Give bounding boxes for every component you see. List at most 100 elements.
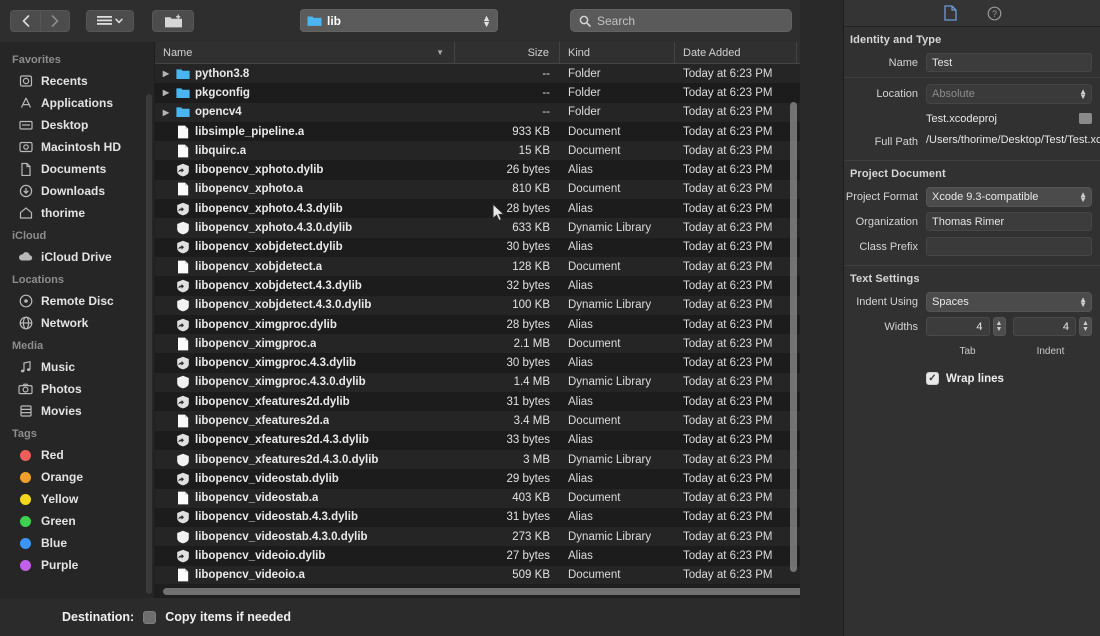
disclosure-triangle-icon[interactable]: ▶ xyxy=(161,108,171,117)
location-select[interactable]: Absolute ▲ ▼ xyxy=(926,83,1092,104)
forward-button[interactable] xyxy=(40,10,70,32)
sidebar-item-movies[interactable]: Movies xyxy=(0,400,154,422)
table-row[interactable]: ▶libopencv_xfeatures2d.4.3.0.dylib 3 MB Dy… xyxy=(155,449,800,470)
sidebar-item-icloud-drive[interactable]: iCloud Drive xyxy=(0,246,154,268)
class-prefix-field[interactable] xyxy=(926,237,1092,256)
file-name-label: libopencv_xphoto.4.3.dylib xyxy=(195,202,343,215)
sidebar-item-network[interactable]: Network xyxy=(0,312,154,334)
chevron-down-icon: ▼ xyxy=(436,48,444,57)
name-field[interactable]: Test xyxy=(926,53,1092,72)
table-row[interactable]: ▶ opencv4 -- Folder Today at 6:23 PM xyxy=(155,102,800,122)
table-row[interactable]: ▶libopencv_xobjdetect.4.3.dylib 32 bytes A… xyxy=(155,276,800,296)
table-row[interactable]: ▶libopencv_xobjdetect.a 128 KB Document Tod… xyxy=(155,256,800,277)
file-size-cell: 3.4 MB xyxy=(513,414,550,427)
file-date-cell: Today at 6:23 PM xyxy=(683,125,773,138)
choose-folder-icon[interactable] xyxy=(1079,113,1092,124)
indent-using-select[interactable]: Spaces ▲ ▼ xyxy=(926,291,1092,312)
file-size-cell: 15 KB xyxy=(518,144,550,157)
sidebar-item-documents[interactable]: Documents xyxy=(0,158,154,180)
search-field[interactable]: Search xyxy=(570,9,792,32)
file-size-cell: 633 KB xyxy=(512,222,550,235)
table-row[interactable]: ▶ python3.8 -- Folder Today at 6:23 PM xyxy=(155,64,800,84)
table-row[interactable]: ▶libopencv_xphoto.4.3.dylib 28 bytes Alias… xyxy=(155,199,800,219)
table-row[interactable]: ▶libopencv_xfeatures2d.a 3.4 MB Document To… xyxy=(155,411,800,431)
column-header-kind[interactable]: Kind xyxy=(560,42,675,63)
project-format-select[interactable]: Xcode 9.3-compatible ▲ ▼ xyxy=(926,186,1092,207)
quick-help-icon[interactable]: ? xyxy=(984,4,1004,22)
file-kind-cell: Alias xyxy=(568,318,593,331)
copy-items-checkbox[interactable] xyxy=(143,610,157,624)
file-list-vertical-scrollbar[interactable] xyxy=(790,102,797,572)
file-size-cell: 31 bytes xyxy=(506,511,550,524)
full-path-value: /Users/thorime/Desktop/Test/Test.xcodepr… xyxy=(926,134,1100,146)
view-options-button[interactable] xyxy=(86,10,134,32)
tab-width-field[interactable]: 4 xyxy=(926,317,990,336)
file-name-cell: ▶libopencv_xfeatures2d.a xyxy=(155,414,455,428)
table-row[interactable]: ▶libsimple_pipeline.a 933 KB Document Today… xyxy=(155,121,800,142)
file-name-label: libopencv_xphoto.a xyxy=(195,183,303,196)
table-row[interactable]: ▶libopencv_xphoto.dylib 26 bytes Alias Toda… xyxy=(155,160,800,180)
sidebar-item-red[interactable]: Red xyxy=(0,444,154,466)
back-button[interactable] xyxy=(10,10,40,32)
table-row[interactable]: ▶libopencv_xphoto.4.3.0.dylib 633 KB Dynam… xyxy=(155,218,800,238)
sidebar-item-photos[interactable]: Photos xyxy=(0,378,154,400)
file-list-horizontal-scrollbar[interactable] xyxy=(163,588,800,595)
sidebar-item-blue[interactable]: Blue xyxy=(0,532,154,554)
new-folder-button[interactable] xyxy=(152,10,194,32)
sidebar-item-green[interactable]: Green xyxy=(0,510,154,532)
wrap-lines-checkbox[interactable]: ✓ xyxy=(926,372,939,385)
tab-width-stepper[interactable]: ▲ ▼ xyxy=(992,317,1006,336)
sidebar-item-macintosh-hd[interactable]: Macintosh HD xyxy=(0,136,154,158)
document-icon xyxy=(176,260,190,274)
table-row[interactable]: ▶ pkgconfig -- Folder Today at 6:23 PM xyxy=(155,83,800,103)
sidebar-item-remote-disc[interactable]: Remote Disc xyxy=(0,290,154,312)
finder-open-panel: lib ▲ ▼ Search Favorites Recents Applicatio… xyxy=(0,0,800,636)
file-date-cell: Today at 6:23 PM xyxy=(683,530,773,543)
table-row[interactable]: ▶libopencv_videostab.a 403 KB Document Toda… xyxy=(155,488,800,508)
sidebar-item-orange[interactable]: Orange xyxy=(0,466,154,488)
disclosure-triangle-icon[interactable]: ▶ xyxy=(161,88,171,97)
organization-field[interactable]: Thomas Rimer xyxy=(926,212,1092,231)
indent-width-stepper[interactable]: ▲ ▼ xyxy=(1079,317,1092,336)
table-row[interactable]: ▶libopencv_xobjdetect.4.3.0.dylib 100 KB D… xyxy=(155,295,800,315)
table-row[interactable]: ▶libopencv_ximgproc.4.3.0.dylib 1.4 MB Dyn… xyxy=(155,372,800,393)
sidebar-item-thorime[interactable]: thorime xyxy=(0,202,154,224)
sidebar-item-applications[interactable]: Applications xyxy=(0,92,154,114)
path-popup-button[interactable]: lib ▲ ▼ xyxy=(300,9,498,32)
dylib-icon xyxy=(176,375,190,389)
file-name-cell: ▶libopencv_ximgproc.4.3.0.dylib xyxy=(155,375,455,389)
file-name-label: libopencv_ximgproc.4.3.0.dylib xyxy=(195,376,366,389)
table-row[interactable]: ▶libopencv_ximgproc.4.3.dylib 30 bytes Ali… xyxy=(155,353,800,373)
column-header-size[interactable]: Size xyxy=(455,42,560,63)
alias-icon xyxy=(176,279,190,293)
documents-icon xyxy=(18,162,33,177)
column-header-name[interactable]: Name ▼ xyxy=(155,42,455,63)
sidebar-item-downloads[interactable]: Downloads xyxy=(0,180,154,202)
table-row[interactable]: ▶libopencv_xfeatures2d.dylib 31 bytes Alia… xyxy=(155,392,800,412)
table-row[interactable]: ▶libopencv_videoio.dylib 27 bytes Alias Tod… xyxy=(155,546,800,566)
wrap-lines-row[interactable]: ✓ Wrap lines xyxy=(844,368,1100,389)
table-row[interactable]: ▶libopencv_xobjdetect.dylib 30 bytes Alias… xyxy=(155,237,800,257)
table-row[interactable]: ▶libopencv_videostab.4.3.dylib 31 bytes Al… xyxy=(155,507,800,528)
file-size-cell: 2.1 MB xyxy=(513,337,550,350)
table-row[interactable]: ▶libopencv_videostab.4.3.0.dylib 273 KB Dy… xyxy=(155,527,800,547)
column-header-date-added[interactable]: Date Added xyxy=(675,42,797,63)
disclosure-triangle-icon[interactable]: ▶ xyxy=(161,69,171,78)
table-row[interactable]: ▶libopencv_videoio.a 509 KB Document Today … xyxy=(155,565,800,586)
sidebar-item-music[interactable]: Music xyxy=(0,356,154,378)
table-row[interactable]: ▶libopencv_xphoto.a 810 KB Document Today a… xyxy=(155,179,800,200)
sidebar-scrollbar[interactable] xyxy=(146,94,152,594)
sidebar-item-recents[interactable]: Recents xyxy=(0,70,154,92)
file-kind-cell: Alias xyxy=(568,241,593,254)
table-row[interactable]: ▶libopencv_xfeatures2d.4.3.dylib 33 bytes… xyxy=(155,430,800,450)
file-inspector-icon[interactable] xyxy=(940,4,960,22)
table-row[interactable]: ▶libopencv_videostab.dylib 29 bytes Alias T… xyxy=(155,469,800,489)
sidebar-item-yellow[interactable]: Yellow xyxy=(0,488,154,510)
table-row[interactable]: ▶libopencv_ximgproc.a 2.1 MB Document Today… xyxy=(155,334,800,354)
table-row[interactable]: ▶libquirc.a 15 KB Document Today at 6:23 PM xyxy=(155,141,800,161)
sidebar-item-purple[interactable]: Purple xyxy=(0,554,154,576)
file-name-cell: ▶ opencv4 xyxy=(155,105,455,119)
table-row[interactable]: ▶libopencv_ximgproc.dylib 28 bytes Alias To… xyxy=(155,314,800,335)
indent-width-field[interactable]: 4 xyxy=(1012,317,1076,336)
sidebar-item-desktop[interactable]: Desktop xyxy=(0,114,154,136)
